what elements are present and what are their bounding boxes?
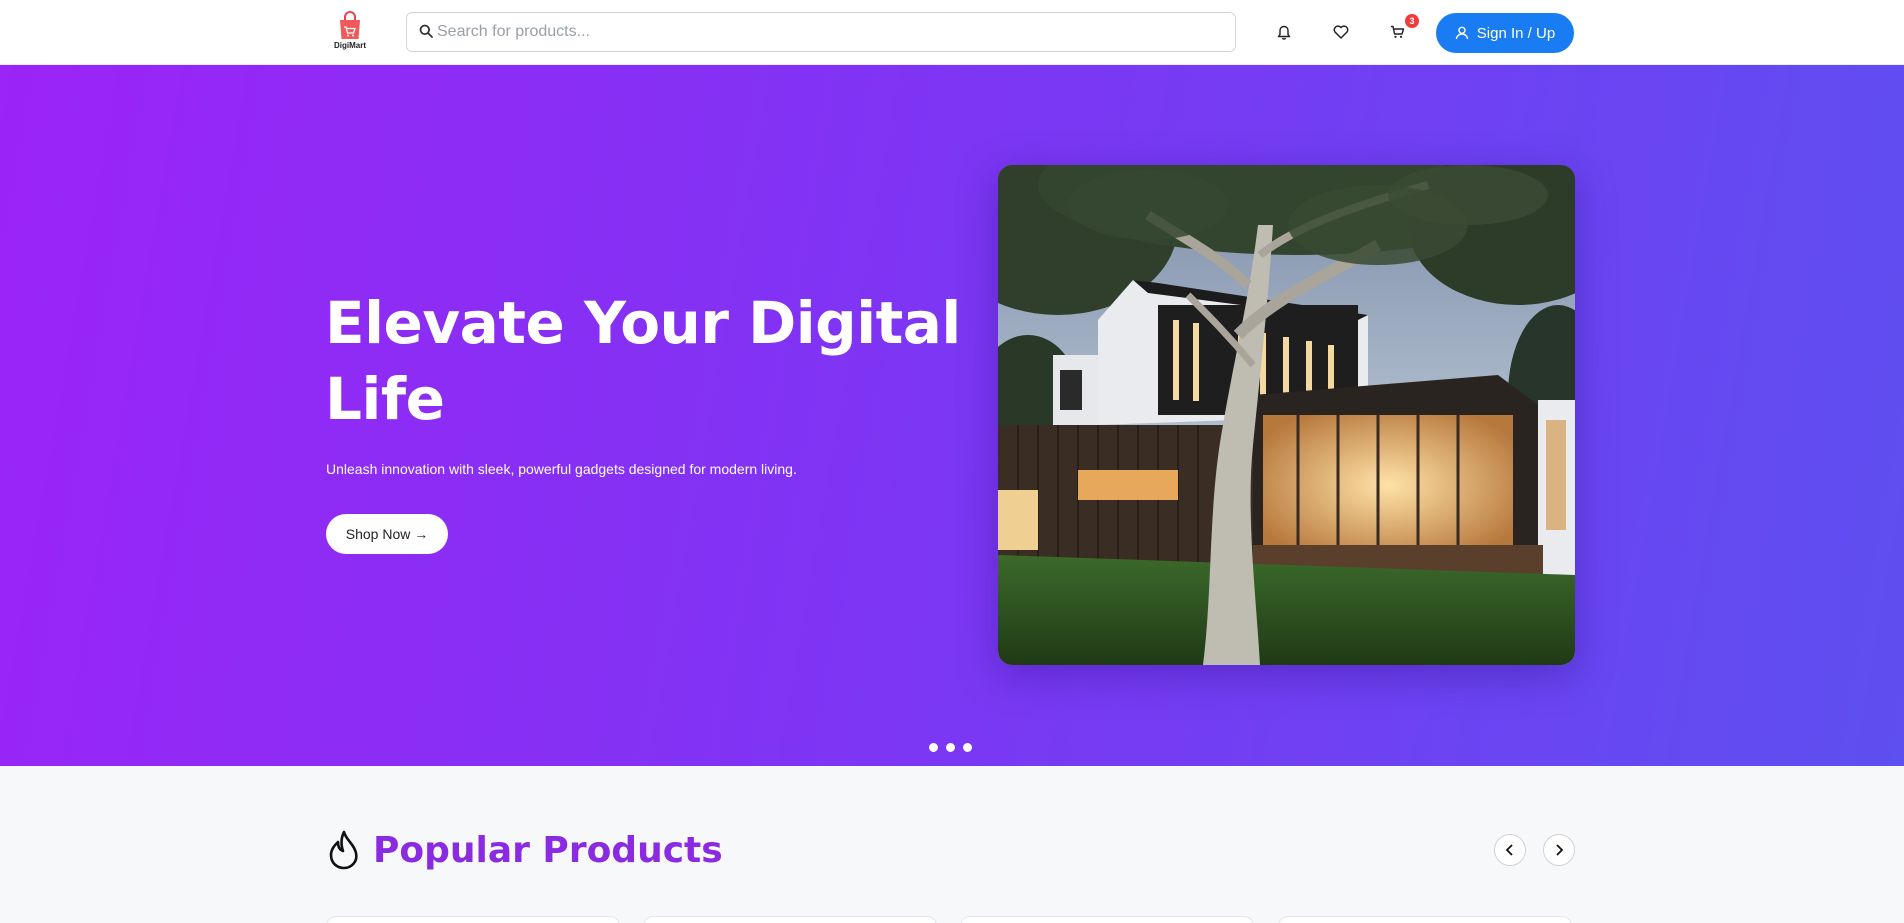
hero-subtitle: Unleash innovation with sleek, powerful … <box>326 461 797 477</box>
search-input[interactable] <box>437 13 1217 51</box>
house-photo <box>998 165 1575 665</box>
shop-now-button[interactable]: Shop Now → <box>326 514 448 554</box>
hero-banner: Elevate Your Digital Life Unleash innova… <box>0 65 1904 766</box>
carousel-next-button[interactable] <box>1543 834 1575 866</box>
product-card[interactable] <box>960 916 1254 923</box>
popular-products-section: Popular Products <box>0 766 1904 923</box>
notifications-button[interactable] <box>1274 22 1294 42</box>
cart-button[interactable] <box>1387 22 1407 42</box>
flame-icon <box>329 830 358 870</box>
product-card[interactable] <box>643 916 937 923</box>
chevron-left-icon <box>1505 844 1513 856</box>
section-title: Popular Products <box>373 830 723 871</box>
search-icon <box>419 24 433 38</box>
bell-icon <box>1277 25 1291 40</box>
carousel-dot[interactable] <box>963 743 972 752</box>
carousel-dots <box>929 743 972 752</box>
wishlist-button[interactable] <box>1331 22 1351 42</box>
heart-icon <box>1333 25 1349 39</box>
chevron-right-icon <box>1556 844 1564 856</box>
carousel-prev-button[interactable] <box>1494 834 1526 866</box>
logo[interactable]: DigiMart <box>331 11 369 53</box>
user-icon <box>1455 26 1468 40</box>
sign-in-button[interactable]: Sign In / Up <box>1436 13 1574 53</box>
cart-count-badge: 3 <box>1405 14 1419 28</box>
carousel-dot[interactable] <box>946 743 955 752</box>
search-bar <box>406 12 1236 52</box>
product-card[interactable] <box>1278 916 1572 923</box>
hero-image <box>998 165 1575 665</box>
product-card[interactable] <box>326 916 620 923</box>
logo-text: DigiMart <box>334 41 366 50</box>
navbar: DigiMart 3 Sign In / Up <box>0 0 1904 65</box>
cart-icon <box>1390 25 1404 38</box>
carousel-dot[interactable] <box>929 743 938 752</box>
sign-in-label: Sign In / Up <box>1476 24 1556 42</box>
hero-title: Elevate Your Digital Life <box>325 289 961 433</box>
shopping-bag-logo-icon <box>340 11 360 39</box>
